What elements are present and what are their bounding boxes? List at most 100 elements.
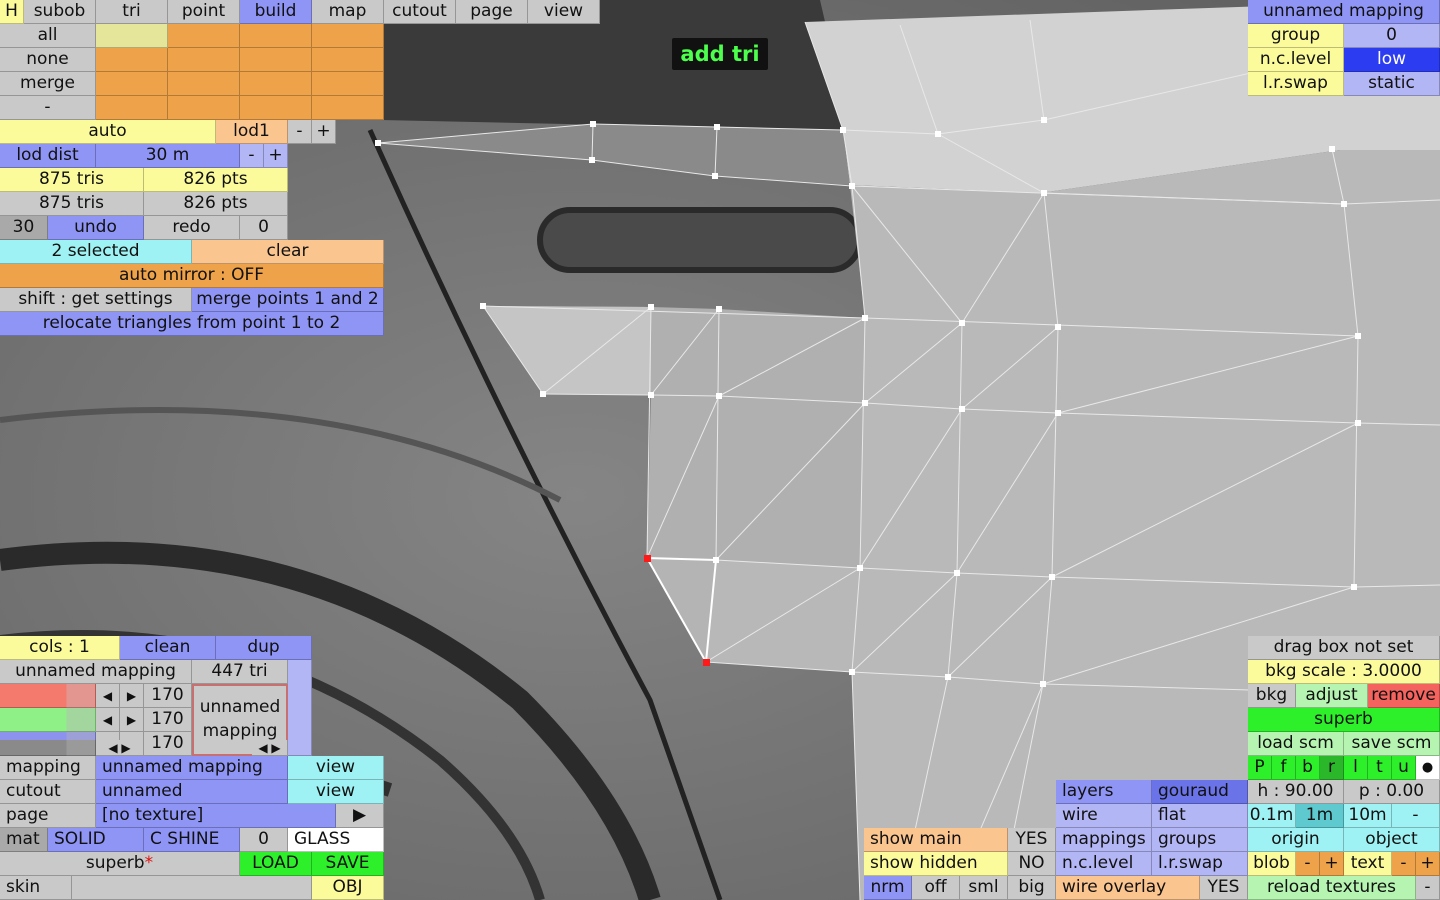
mapping-view-button[interactable]: view <box>288 756 384 780</box>
dup-button[interactable]: dup <box>216 636 312 660</box>
mappings-button[interactable]: mappings <box>1056 828 1152 852</box>
grid-cell[interactable] <box>168 96 240 120</box>
off-button[interactable]: off <box>912 876 960 900</box>
origin-button[interactable]: origin <box>1248 828 1344 852</box>
merge-points-button[interactable]: merge points 1 and 2 <box>192 288 384 312</box>
grid-cell[interactable] <box>96 48 168 72</box>
undo-button[interactable]: undo <box>48 216 144 240</box>
nc-level-value[interactable]: low <box>1344 48 1440 72</box>
tab-tri[interactable]: tri <box>96 0 168 24</box>
green-color-bar[interactable] <box>0 708 96 732</box>
load-button[interactable]: LOAD <box>240 852 312 876</box>
grid-cell[interactable] <box>96 24 168 48</box>
lod-plus-button[interactable]: + <box>312 120 336 144</box>
grid-cell[interactable] <box>240 72 312 96</box>
show-main-value[interactable]: YES <box>1008 828 1056 852</box>
cshine-button[interactable]: C SHINE <box>144 828 240 852</box>
cutout-value[interactable]: unnamed <box>96 780 288 804</box>
show-hidden-toggle[interactable]: show hidden <box>864 852 1008 876</box>
green-value[interactable]: 170 <box>144 708 192 732</box>
glass-button[interactable]: GLASS <box>288 828 384 852</box>
relocate-triangles-button[interactable]: relocate triangles from point 1 to 2 <box>0 312 384 336</box>
redo-button[interactable]: redo <box>144 216 240 240</box>
clear-button[interactable]: clear <box>192 240 384 264</box>
lod-mode-button[interactable]: lod1 <box>216 120 288 144</box>
green-right-arrow[interactable]: ▶ <box>120 708 144 732</box>
wire-button[interactable]: wire <box>1056 804 1152 828</box>
page-play-icon[interactable]: ▶ <box>336 804 384 828</box>
sml-button[interactable]: sml <box>960 876 1008 900</box>
object-button[interactable]: object <box>1344 828 1440 852</box>
shine-value[interactable]: 0 <box>240 828 288 852</box>
red-value[interactable]: 170 <box>144 684 192 708</box>
flat-button[interactable]: flat <box>1152 804 1248 828</box>
preview-arrows[interactable]: ◀ ▶ <box>252 740 288 756</box>
grid-cell[interactable] <box>312 24 384 48</box>
show-hidden-value[interactable]: NO <box>1008 852 1056 876</box>
select-all-button[interactable]: all <box>0 24 96 48</box>
grid-cell[interactable] <box>312 72 384 96</box>
tab-build[interactable]: build <box>240 0 312 24</box>
view-p-button[interactable]: P <box>1248 756 1272 780</box>
bkg-scale[interactable]: bkg scale : 3.0000 <box>1248 660 1440 684</box>
tab-subob[interactable]: subob <box>24 0 96 24</box>
blob-plus-button[interactable]: + <box>1320 852 1344 876</box>
mapping-name[interactable]: unnamed mapping <box>0 660 192 684</box>
selected-vertex-1[interactable] <box>644 555 651 562</box>
mapping-title[interactable]: unnamed mapping <box>1248 0 1440 24</box>
tab-map[interactable]: map <box>312 0 384 24</box>
heading-value[interactable]: h : 90.00 <box>1248 780 1344 804</box>
reload-textures-button[interactable]: reload textures <box>1248 876 1416 900</box>
green-left-arrow[interactable]: ◀ <box>96 708 120 732</box>
nrm-button[interactable]: nrm <box>864 876 912 900</box>
grid-cell[interactable] <box>168 72 240 96</box>
superb-material[interactable]: superb * <box>0 852 240 876</box>
view-l-button[interactable]: l <box>1344 756 1368 780</box>
wire-overlay-toggle[interactable]: wire overlay <box>1056 876 1200 900</box>
cutout-view-button[interactable]: view <box>288 780 384 804</box>
view-f-button[interactable]: f <box>1272 756 1296 780</box>
red-color-bar[interactable] <box>0 684 96 708</box>
red-right-arrow[interactable]: ▶ <box>120 684 144 708</box>
tab-view[interactable]: view <box>528 0 600 24</box>
lod-dist-minus-button[interactable]: - <box>240 144 264 168</box>
nc-level-button[interactable]: n.c.level <box>1056 852 1152 876</box>
merge-button[interactable]: merge <box>0 72 96 96</box>
grid-cell[interactable] <box>312 48 384 72</box>
blue-value[interactable]: 170 <box>144 732 192 756</box>
text-plus-button[interactable]: + <box>1416 852 1440 876</box>
select-none-button[interactable]: none <box>0 48 96 72</box>
tab-cutout[interactable]: cutout <box>384 0 456 24</box>
selected-vertex-2[interactable] <box>703 659 710 666</box>
gray-arrows[interactable]: ◀ ▶ <box>96 740 144 756</box>
view-dot-button[interactable]: ● <box>1416 756 1440 780</box>
mapping-scrollbar[interactable] <box>288 660 312 756</box>
auto-mirror-toggle[interactable]: auto mirror : OFF <box>0 264 384 288</box>
red-left-arrow[interactable]: ◀ <box>96 684 120 708</box>
load-scm-button[interactable]: load scm <box>1248 732 1344 756</box>
dash-button[interactable]: - <box>0 96 96 120</box>
save-scm-button[interactable]: save scm <box>1344 732 1440 756</box>
cols-button[interactable]: cols : 1 <box>0 636 120 660</box>
tab-h[interactable]: H <box>0 0 24 24</box>
pitch-value[interactable]: p : 0.00 <box>1344 780 1440 804</box>
bkg-remove-button[interactable]: remove <box>1368 684 1440 708</box>
shift-get-settings[interactable]: shift : get settings <box>0 288 192 312</box>
blob-minus-button[interactable]: - <box>1296 852 1320 876</box>
reload-minus-button[interactable]: - <box>1416 876 1440 900</box>
tab-point[interactable]: point <box>168 0 240 24</box>
skin-field[interactable] <box>72 876 312 900</box>
grid-cell[interactable] <box>168 48 240 72</box>
group-value[interactable]: 0 <box>1344 24 1440 48</box>
obj-button[interactable]: OBJ <box>312 876 384 900</box>
grid-cell[interactable] <box>96 96 168 120</box>
grid-cell[interactable] <box>240 48 312 72</box>
grid-cell[interactable] <box>240 24 312 48</box>
big-button[interactable]: big <box>1008 876 1056 900</box>
wire-overlay-value[interactable]: YES <box>1200 876 1248 900</box>
grid-cell[interactable] <box>96 72 168 96</box>
dist-1m-button[interactable]: 1m <box>1296 804 1344 828</box>
tab-page[interactable]: page <box>456 0 528 24</box>
superb-background[interactable]: superb <box>1248 708 1440 732</box>
view-u-button[interactable]: u <box>1392 756 1416 780</box>
